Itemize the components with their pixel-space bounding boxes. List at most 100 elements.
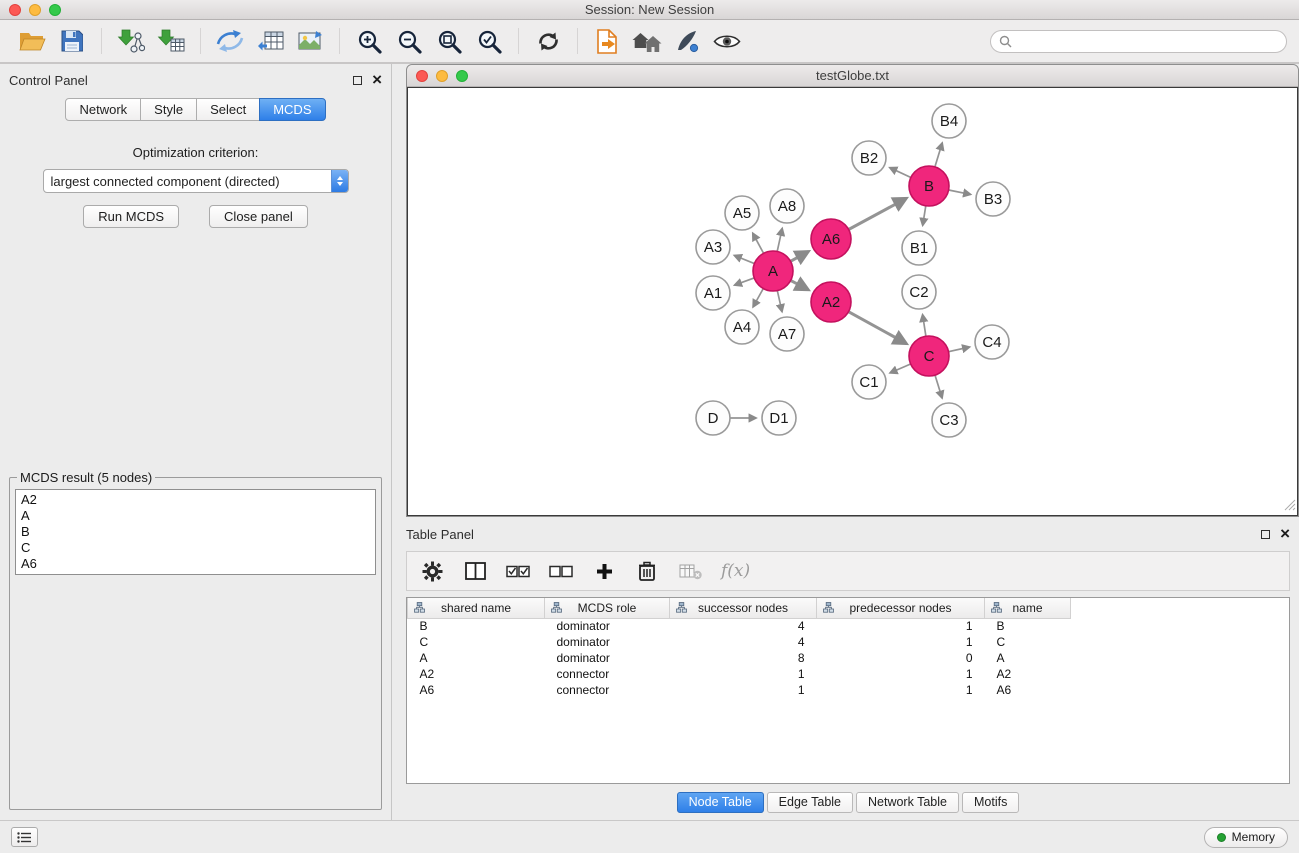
table-cell[interactable]: A6 <box>408 682 545 698</box>
delete-button[interactable] <box>635 557 659 585</box>
table-cell[interactable]: C <box>408 634 545 650</box>
network-close-button[interactable] <box>416 70 428 82</box>
optimization-criterion-select[interactable]: largest connected component (directed) <box>43 169 349 193</box>
edge-C-C1[interactable] <box>890 364 911 373</box>
settings-button[interactable] <box>420 557 444 585</box>
node-B3[interactable]: B3 <box>976 182 1010 216</box>
task-history-button[interactable] <box>11 827 38 847</box>
open-file-button[interactable] <box>12 24 52 58</box>
select-all-button[interactable] <box>506 557 530 585</box>
search-box[interactable] <box>990 30 1287 53</box>
table-row[interactable]: A2connector11A2 <box>408 666 1290 682</box>
table-cell[interactable]: B <box>408 618 545 634</box>
close-table-panel-icon[interactable]: × <box>1280 528 1290 540</box>
table-row[interactable]: Cdominator41C <box>408 634 1290 650</box>
table-row[interactable]: Bdominator41B <box>408 618 1290 634</box>
node-A7[interactable]: A7 <box>770 317 804 351</box>
node-A6[interactable]: A6 <box>811 219 851 259</box>
tab-network[interactable]: Network <box>65 98 141 121</box>
float-panel-icon[interactable] <box>353 76 362 85</box>
apply-layout-button[interactable] <box>528 24 568 58</box>
mcds-result-item[interactable]: A2 <box>21 492 370 508</box>
zoom-fit-button[interactable] <box>429 24 469 58</box>
table-cell[interactable]: A <box>408 650 545 666</box>
table-cell[interactable]: 1 <box>670 682 817 698</box>
mcds-result-item[interactable]: A6 <box>21 556 370 572</box>
tab-style[interactable]: Style <box>140 98 197 121</box>
table-cell[interactable]: 8 <box>670 650 817 666</box>
column-header-successor-nodes[interactable]: successor nodes <box>670 598 817 618</box>
close-window-button[interactable] <box>9 4 21 16</box>
table-row[interactable]: Adominator80A <box>408 650 1290 666</box>
tab-mcds[interactable]: MCDS <box>259 98 325 121</box>
style-brush-button[interactable] <box>667 24 707 58</box>
session-doc-button[interactable] <box>587 24 627 58</box>
close-panel-button[interactable]: Close panel <box>209 205 308 228</box>
table-cell[interactable]: 1 <box>817 666 985 682</box>
table-cell[interactable]: connector <box>545 666 670 682</box>
node-C1[interactable]: C1 <box>852 365 886 399</box>
network-graph[interactable]: AA6A2BCA5A8A3A1A4A7B2B4B3B1C2C4C1C3DD1 <box>408 88 1296 515</box>
column-header-predecessor-nodes[interactable]: predecessor nodes <box>817 598 985 618</box>
network-zoom-button[interactable] <box>456 70 468 82</box>
search-input[interactable] <box>1017 34 1278 48</box>
mcds-result-item[interactable]: A <box>21 508 370 524</box>
node-C2[interactable]: C2 <box>902 275 936 309</box>
table-tab-node-table[interactable]: Node Table <box>677 792 764 813</box>
run-mcds-button[interactable]: Run MCDS <box>83 205 179 228</box>
deselect-all-button[interactable] <box>549 557 573 585</box>
network-minimize-button[interactable] <box>436 70 448 82</box>
node-B[interactable]: B <box>909 166 949 206</box>
network-from-selection-button[interactable] <box>210 24 250 58</box>
table-cell[interactable]: 0 <box>817 650 985 666</box>
column-header-MCDS-role[interactable]: MCDS role <box>545 598 670 618</box>
import-network-file-button[interactable] <box>111 24 151 58</box>
tab-select[interactable]: Select <box>196 98 260 121</box>
float-table-panel-icon[interactable] <box>1261 530 1270 539</box>
table-cell[interactable]: 4 <box>670 618 817 634</box>
table-cell[interactable]: B <box>985 618 1071 634</box>
table-cell[interactable]: 1 <box>817 618 985 634</box>
edge-A-A6[interactable] <box>791 252 809 262</box>
edge-A6-B[interactable] <box>849 198 907 229</box>
edge-C-C2[interactable] <box>923 315 926 337</box>
table-cell[interactable]: connector <box>545 682 670 698</box>
mcds-result-list[interactable]: A2ABCA6 <box>15 489 376 575</box>
table-cell[interactable]: 1 <box>817 682 985 698</box>
table-cell[interactable]: A <box>985 650 1071 666</box>
edge-B-B1[interactable] <box>923 206 926 226</box>
node-C3[interactable]: C3 <box>932 403 966 437</box>
table-cell[interactable]: 4 <box>670 634 817 650</box>
table-tab-edge-table[interactable]: Edge Table <box>767 792 853 813</box>
table-cell[interactable]: dominator <box>545 618 670 634</box>
edge-A-A7[interactable] <box>777 291 782 312</box>
node-C[interactable]: C <box>909 336 949 376</box>
table-tab-motifs[interactable]: Motifs <box>962 792 1019 813</box>
edge-B-B3[interactable] <box>949 190 971 194</box>
node-D[interactable]: D <box>696 401 730 435</box>
zoom-out-button[interactable] <box>389 24 429 58</box>
edge-B-B4[interactable] <box>935 143 942 167</box>
show-details-eye-button[interactable] <box>707 24 747 58</box>
network-window-titlebar[interactable]: testGlobe.txt <box>407 65 1298 87</box>
table-cell[interactable]: C <box>985 634 1071 650</box>
function-button[interactable]: f(x) <box>721 557 750 585</box>
table-cell[interactable]: dominator <box>545 634 670 650</box>
columns-button[interactable] <box>463 557 487 585</box>
edge-A-A4[interactable] <box>753 289 763 307</box>
resize-grip-icon[interactable] <box>1284 499 1296 514</box>
export-image-button[interactable] <box>290 24 330 58</box>
table-cell[interactable]: 1 <box>670 666 817 682</box>
delete-table-button[interactable] <box>678 557 702 585</box>
edge-A2-C[interactable] <box>849 312 907 344</box>
edge-A-A2[interactable] <box>791 280 809 289</box>
node-A3[interactable]: A3 <box>696 230 730 264</box>
edge-A-A3[interactable] <box>734 256 754 264</box>
minimize-window-button[interactable] <box>29 4 41 16</box>
node-B4[interactable]: B4 <box>932 104 966 138</box>
edge-C-C4[interactable] <box>949 347 970 352</box>
table-cell[interactable]: A2 <box>408 666 545 682</box>
edge-A-A8[interactable] <box>777 229 782 252</box>
node-table[interactable]: shared nameMCDS rolesuccessor nodesprede… <box>406 597 1290 784</box>
node-C4[interactable]: C4 <box>975 325 1009 359</box>
